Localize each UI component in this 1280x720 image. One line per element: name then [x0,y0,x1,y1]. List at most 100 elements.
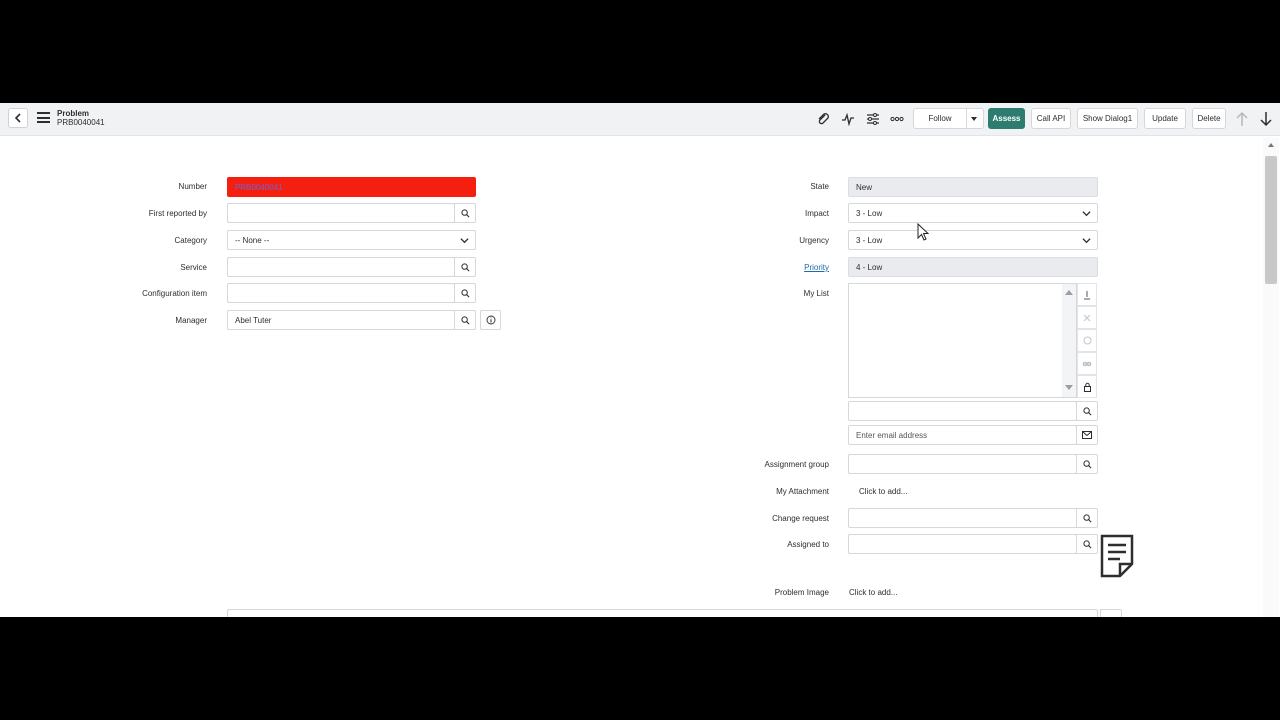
arrow-up-icon[interactable] [1235,111,1249,127]
number-field[interactable]: PRB0040041 [227,177,476,197]
add-user-button[interactable] [1077,283,1097,306]
email-address-input[interactable]: Enter email address [848,425,1077,445]
lock-button[interactable] [1077,375,1097,398]
unlock-icon [1083,336,1091,345]
manager-lookup[interactable] [454,310,476,330]
priority-label-link[interactable]: Priority [720,263,829,272]
page-scrollbar[interactable] [1263,138,1279,617]
manager-input[interactable]: Abel Tuter [227,310,455,330]
chevron-left-icon [14,113,21,123]
state-field: New [848,177,1098,197]
email-add-button[interactable] [1076,425,1098,445]
urgency-value: 3 - Low [856,235,883,245]
search-icon [1082,406,1091,415]
follow-dropdown-caret[interactable] [971,117,977,121]
bottom-field-button[interactable] [1100,609,1122,617]
urgency-label: Urgency [799,236,829,245]
first-reported-by-label: First reported by [148,209,207,218]
my-list-label: My List [803,289,829,298]
update-button[interactable]: Update [1144,108,1186,129]
assigned-to-label: Assigned to [787,540,829,549]
change-request-input[interactable] [848,508,1077,528]
assigned-to-lookup[interactable] [1076,534,1098,554]
info-icon [486,315,495,325]
form-header: Problem PRB0040041 Follow Assess Call AP… [0,103,1280,136]
my-list-search-button[interactable] [1076,401,1098,421]
document-icon [1100,534,1134,578]
record-number: PRB0040041 [57,118,105,127]
unlock-button[interactable] [1077,329,1097,352]
change-request-lookup[interactable] [1076,508,1098,528]
chevron-down-icon [1082,238,1091,244]
settings-sliders-icon[interactable] [866,112,880,126]
search-icon [460,262,469,271]
change-request-label: Change request [772,514,829,523]
problem-image-label: Problem Image [774,588,829,597]
follow-label[interactable]: Follow [914,109,967,128]
category-label: Category [174,236,207,245]
service-label: Service [180,263,207,272]
search-icon [460,288,469,297]
record-type: Problem [57,109,90,118]
assess-button[interactable]: Assess [988,108,1025,129]
manager-label: Manager [175,316,207,325]
bottom-field-input[interactable] [227,609,1098,617]
urgency-select[interactable]: 3 - Low [848,230,1098,250]
activity-icon[interactable] [841,112,855,126]
scroll-up-arrow[interactable] [1268,143,1274,147]
follow-button[interactable]: Follow [913,108,984,129]
close-icon [1083,314,1091,321]
more-options-icon[interactable] [890,112,904,126]
first-reported-by-input[interactable] [227,203,455,223]
my-attachment-label: My Attachment [776,487,829,496]
my-list-scrollbar[interactable] [1062,284,1076,397]
assignment-group-input[interactable] [848,454,1077,474]
problem-image-add-link[interactable]: Click to add... [849,588,897,597]
hamburger-menu-icon[interactable] [37,112,50,123]
chevron-down-icon [460,238,469,244]
show-dialog-button[interactable]: Show Dialog1 [1077,108,1138,129]
scroll-up-icon[interactable] [1065,289,1073,295]
search-icon [1082,459,1091,468]
scrollbar-thumb[interactable] [1265,156,1277,284]
paperclip-icon[interactable] [816,112,830,126]
arrow-down-icon[interactable] [1259,111,1273,127]
assignment-group-lookup[interactable] [1076,454,1098,474]
configuration-item-input[interactable] [227,283,455,303]
remove-button[interactable] [1077,306,1097,329]
configuration-item-lookup[interactable] [454,283,476,303]
lock-icon [1083,382,1091,392]
impact-select[interactable]: 3 - Low [848,203,1098,223]
first-reported-by-lookup[interactable] [454,203,476,223]
scroll-down-icon[interactable] [1065,385,1073,391]
my-list-search-input[interactable] [848,401,1077,421]
form-title: Problem PRB0040041 [57,109,105,127]
link-button[interactable] [1077,352,1097,375]
service-lookup[interactable] [454,257,476,277]
search-icon [1082,539,1091,548]
search-icon [1082,513,1091,522]
delete-button[interactable]: Delete [1192,108,1226,129]
envelope-icon [1082,431,1092,439]
assigned-to-input[interactable] [848,534,1077,554]
add-user-icon [1084,290,1090,299]
my-attachment-add-link[interactable]: Click to add... [859,487,907,496]
category-select[interactable]: -- None -- [227,230,476,250]
my-list-box[interactable] [848,283,1077,398]
assignment-group-label: Assignment group [764,460,829,469]
back-button[interactable] [8,108,28,128]
chevron-down-icon [1082,211,1091,217]
link-icon [1082,361,1092,366]
impact-value: 3 - Low [856,208,883,218]
priority-field: 4 - Low [848,257,1098,277]
manager-info-button[interactable] [480,310,501,330]
call-api-button[interactable]: Call API [1031,108,1071,129]
my-list-tools [1077,283,1097,398]
impact-label: Impact [804,209,829,218]
search-icon [460,315,469,324]
service-input[interactable] [227,257,455,277]
number-label: Number [178,182,207,191]
problem-form-app: Problem PRB0040041 Follow Assess Call AP… [0,103,1280,617]
configuration-item-label: Configuration item [142,289,207,298]
category-value: -- None -- [235,235,270,245]
